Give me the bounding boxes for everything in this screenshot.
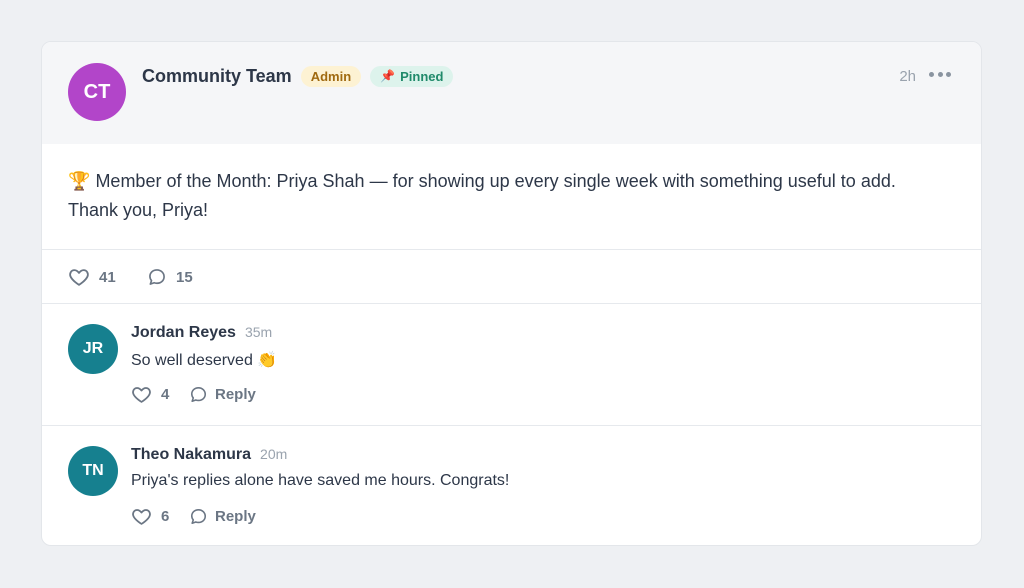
comment-header: Jordan Reyes 35m <box>131 324 272 342</box>
comment-timestamp: 20m <box>260 446 288 462</box>
commenter-avatar[interactable]: TN <box>68 446 118 496</box>
commenter-initials: JR <box>82 340 104 357</box>
trophy-icon: 🏆 <box>68 171 91 191</box>
comment-like-count: 6 <box>161 507 170 525</box>
more-dot <box>946 71 951 77</box>
post-like-count: 41 <box>99 268 116 286</box>
more-dot <box>929 71 934 77</box>
post-comment-count: 15 <box>176 268 193 286</box>
heart-icon <box>132 508 151 525</box>
commenter-avatar[interactable]: JR <box>68 324 118 374</box>
comment-text: So well deserved 👏 <box>131 352 278 369</box>
heart-icon <box>69 269 89 286</box>
author-initials: CT <box>83 80 111 103</box>
divider <box>42 249 981 250</box>
comment-like-button[interactable]: 4 <box>131 383 169 405</box>
divider <box>42 425 981 426</box>
pinned-badge: 📌 Pinned <box>370 65 454 87</box>
post-body-line: 🏆 Member of the Month: Priya Shah — for … <box>68 167 948 196</box>
pinned-label: Pinned <box>400 68 444 84</box>
comment-like-button[interactable]: 6 <box>131 505 169 527</box>
comment-header: Theo Nakamura 20m <box>131 446 287 464</box>
author-avatar[interactable]: CT <box>68 63 126 121</box>
comment-icon <box>190 508 207 524</box>
pin-icon: 📌 <box>380 69 396 83</box>
more-options-icon[interactable] <box>929 67 951 81</box>
reply-button[interactable]: Reply <box>189 383 256 405</box>
author-line: Community Team Admin 📌 Pinned <box>142 64 454 88</box>
admin-badge: Admin <box>300 65 362 87</box>
reply-label: Reply <box>215 385 256 403</box>
author-name[interactable]: Community Team <box>142 66 292 87</box>
comment-icon <box>190 386 207 402</box>
post-body-text: Member of the Month: Priya Shah — for sh… <box>95 171 896 191</box>
commenter-initials: TN <box>82 462 104 479</box>
comment-author[interactable]: Theo Nakamura <box>131 446 251 464</box>
post-comment-button[interactable]: 15 <box>147 265 193 289</box>
post-header: CT Community Team Admin 📌 Pinned 2h <box>42 42 981 144</box>
comment-timestamp: 35m <box>244 324 273 340</box>
post-timestamp: 2h <box>899 68 916 85</box>
comment-icon <box>149 269 165 285</box>
post-body: 🏆 Member of the Month: Priya Shah — for … <box>68 167 948 225</box>
heart-icon <box>132 386 151 403</box>
reply-label: Reply <box>215 507 256 525</box>
reply-button[interactable]: Reply <box>189 505 256 527</box>
comment-like-count: 4 <box>161 385 170 403</box>
post-body-line: Thank you, Priya! <box>68 200 209 220</box>
comment-author[interactable]: Jordan Reyes <box>131 324 236 342</box>
comment-text: Priya's replies alone have saved me hour… <box>131 472 510 489</box>
divider <box>42 303 981 304</box>
more-dot <box>937 71 943 77</box>
post-card: CT Community Team Admin 📌 Pinned 2h 🏆 Me… <box>41 41 982 546</box>
post-like-button[interactable]: 41 <box>68 265 116 289</box>
